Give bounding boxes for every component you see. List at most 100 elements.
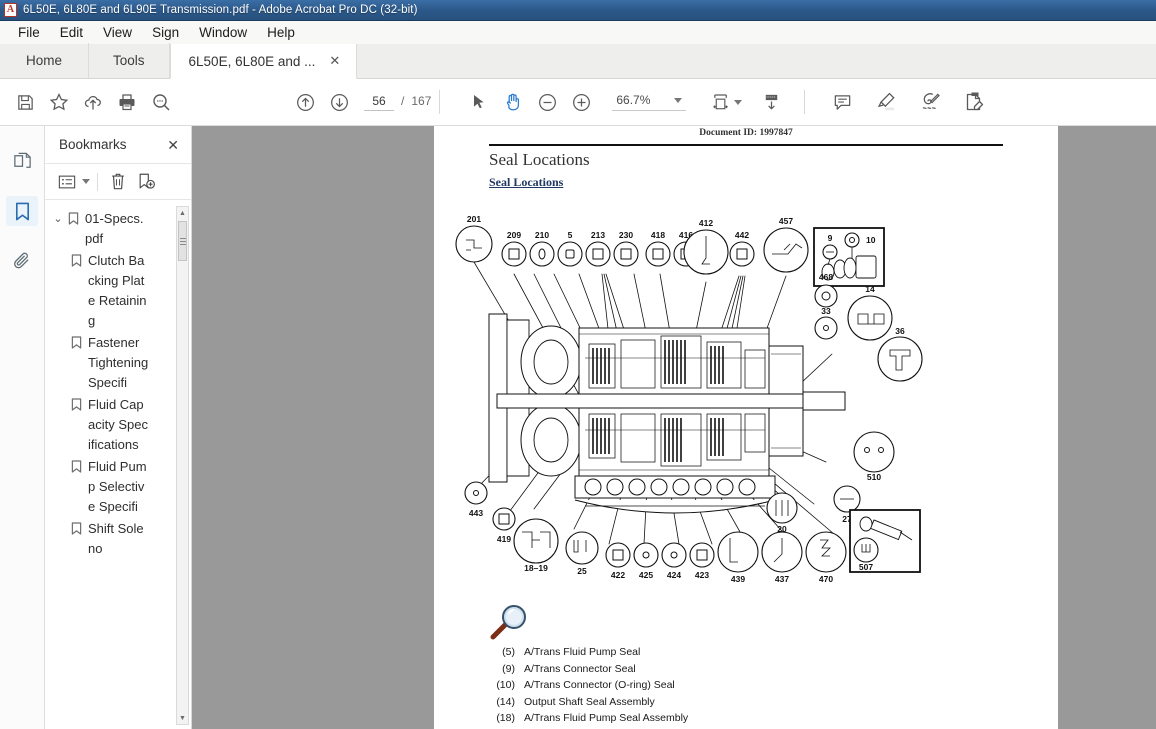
comment-icon[interactable] xyxy=(825,85,859,119)
prev-page-icon[interactable] xyxy=(288,85,322,119)
bookmarks-panel: Bookmarks ✕ ⌄ 01-Specs.pdf Clutch Backin… xyxy=(45,126,192,729)
navigation-rail xyxy=(0,126,45,729)
bookmark-item-fluid-pump-selective[interactable]: Fluid Pump Selective Specifi xyxy=(45,457,191,517)
bookmark-item-label: Shift Soleno xyxy=(88,521,144,556)
legend-number: (5) xyxy=(502,646,515,658)
bookmark-icon xyxy=(71,251,85,267)
chevron-down-icon xyxy=(674,97,683,103)
bookmarks-icon[interactable] xyxy=(6,196,38,226)
svg-text:470: 470 xyxy=(819,574,833,584)
svg-text:439: 439 xyxy=(731,574,745,584)
scroll-up-icon[interactable]: ▲ xyxy=(177,207,188,219)
chevron-down-icon[interactable]: ⌄ xyxy=(51,209,65,229)
svg-text:9: 9 xyxy=(828,233,833,243)
svg-text:209: 209 xyxy=(507,230,521,240)
bookmark-item-clutch-backing-plate[interactable]: Clutch Backing Plate Retaining xyxy=(45,251,191,331)
page-number-input[interactable] xyxy=(364,93,394,111)
bookmarks-toolbar xyxy=(45,164,191,200)
legend-number: (10) xyxy=(496,679,515,691)
pdf-page: Document ID: 1997847 Seal Locations Seal… xyxy=(434,126,1058,729)
bookmark-options-icon[interactable] xyxy=(54,169,80,195)
zoom-level-select[interactable]: 66.7% xyxy=(612,93,687,111)
svg-text:442: 442 xyxy=(735,230,749,240)
svg-text:419: 419 xyxy=(497,534,511,544)
upload-cloud-icon[interactable] xyxy=(76,85,110,119)
svg-text:507: 507 xyxy=(859,562,873,572)
bookmark-item-shift-solenoid[interactable]: Shift Soleno xyxy=(45,519,191,559)
bookmark-root[interactable]: ⌄ 01-Specs.pdf xyxy=(45,209,191,249)
svg-text:510: 510 xyxy=(867,472,881,482)
close-icon[interactable]: ✕ xyxy=(167,138,179,152)
cursor-arrow-icon[interactable] xyxy=(462,85,496,119)
title-bar: A 6L50E, 6L80E and 6L90E Transmission.pd… xyxy=(0,0,1156,21)
menu-edit[interactable]: Edit xyxy=(50,23,93,42)
highlight-icon[interactable] xyxy=(869,85,903,119)
menu-sign[interactable]: Sign xyxy=(142,23,189,42)
close-icon[interactable]: ✕ xyxy=(323,54,342,69)
svg-text:14: 14 xyxy=(865,284,875,294)
tab-document[interactable]: 6L50E, 6L80E and ... ✕ xyxy=(169,44,358,79)
next-page-icon[interactable] xyxy=(322,85,356,119)
bookmarks-toolbar-divider xyxy=(97,172,98,191)
document-viewport[interactable]: Document ID: 1997847 Seal Locations Seal… xyxy=(192,126,1156,729)
svg-text:412: 412 xyxy=(699,218,713,228)
document-id: Document ID: 1997847 xyxy=(699,128,793,138)
legend-number: (9) xyxy=(502,662,515,675)
legend-label: A/Trans Connector Seal xyxy=(524,662,636,675)
attachments-icon[interactable] xyxy=(6,246,38,276)
menu-window[interactable]: Window xyxy=(189,23,257,42)
bookmark-item-label: Fluid Pump Selective Specifi xyxy=(88,459,147,514)
tab-strip: Home Tools 6L50E, 6L80E and ... ✕ xyxy=(0,43,1156,79)
new-bookmark-icon[interactable] xyxy=(133,169,159,195)
menu-bar: File Edit View Sign Window Help xyxy=(0,21,1156,44)
legend-label: A/Trans Fluid Pump Seal xyxy=(524,646,641,658)
fit-page-icon[interactable] xyxy=(704,85,738,119)
menu-view[interactable]: View xyxy=(93,23,142,42)
search-icon[interactable] xyxy=(144,85,178,119)
zoom-in-icon[interactable] xyxy=(564,85,598,119)
legend-number: (14) xyxy=(496,695,515,708)
toolbar-divider-2 xyxy=(804,90,806,114)
tab-tools[interactable]: Tools xyxy=(89,43,170,78)
fill-and-sign-icon[interactable] xyxy=(957,85,991,119)
scroll-down-icon[interactable]: ▼ xyxy=(177,712,188,724)
svg-text:230: 230 xyxy=(619,230,633,240)
scrollbar-thumb[interactable] xyxy=(178,221,187,261)
bookmark-icon xyxy=(71,519,85,535)
svg-text:437: 437 xyxy=(775,574,789,584)
svg-text:443: 443 xyxy=(469,508,483,518)
zoom-out-icon[interactable] xyxy=(530,85,564,119)
svg-text:33: 33 xyxy=(821,306,831,316)
svg-text:424: 424 xyxy=(667,570,681,580)
print-icon[interactable] xyxy=(110,85,144,119)
seal-locations-link[interactable]: Seal Locations xyxy=(489,175,563,190)
bookmark-icon xyxy=(71,457,85,473)
svg-text:36: 36 xyxy=(895,326,905,336)
fit-page-chevron-icon[interactable] xyxy=(734,99,743,105)
menu-help[interactable]: Help xyxy=(257,23,305,42)
bookmarks-scrollbar[interactable]: ▲ ▼ xyxy=(176,206,189,725)
header-rule xyxy=(489,144,1003,146)
save-icon[interactable] xyxy=(8,85,42,119)
svg-text:25: 25 xyxy=(577,566,587,576)
bookmarks-header: Bookmarks ✕ xyxy=(45,126,191,164)
page-thumbnails-icon[interactable] xyxy=(6,146,38,176)
scroll-mode-icon[interactable] xyxy=(754,85,788,119)
chevron-down-icon[interactable] xyxy=(82,179,90,184)
acrobat-window: A 6L50E, 6L80E and 6L90E Transmission.pd… xyxy=(0,0,1156,729)
bookmark-icon xyxy=(71,395,85,411)
page-total: 167 xyxy=(411,93,432,108)
bookmark-item-fluid-capacity[interactable]: Fluid Capacity Specifications xyxy=(45,395,191,455)
menu-file[interactable]: File xyxy=(8,23,50,42)
star-icon[interactable] xyxy=(42,85,76,119)
window-title: 6L50E, 6L80E and 6L90E Transmission.pdf … xyxy=(23,4,418,16)
svg-text:457: 457 xyxy=(779,216,793,226)
sign-icon[interactable] xyxy=(913,85,947,119)
svg-text:210: 210 xyxy=(535,230,549,240)
trash-icon[interactable] xyxy=(105,169,131,195)
hand-tool-icon[interactable] xyxy=(496,85,530,119)
bookmark-item-fastener-tightening[interactable]: Fastener Tightening Specifi xyxy=(45,333,191,393)
svg-text:468: 468 xyxy=(819,272,833,282)
legend-item: (5) A/Trans Fluid Pump Seal xyxy=(489,644,1009,661)
tab-home[interactable]: Home xyxy=(0,43,90,78)
